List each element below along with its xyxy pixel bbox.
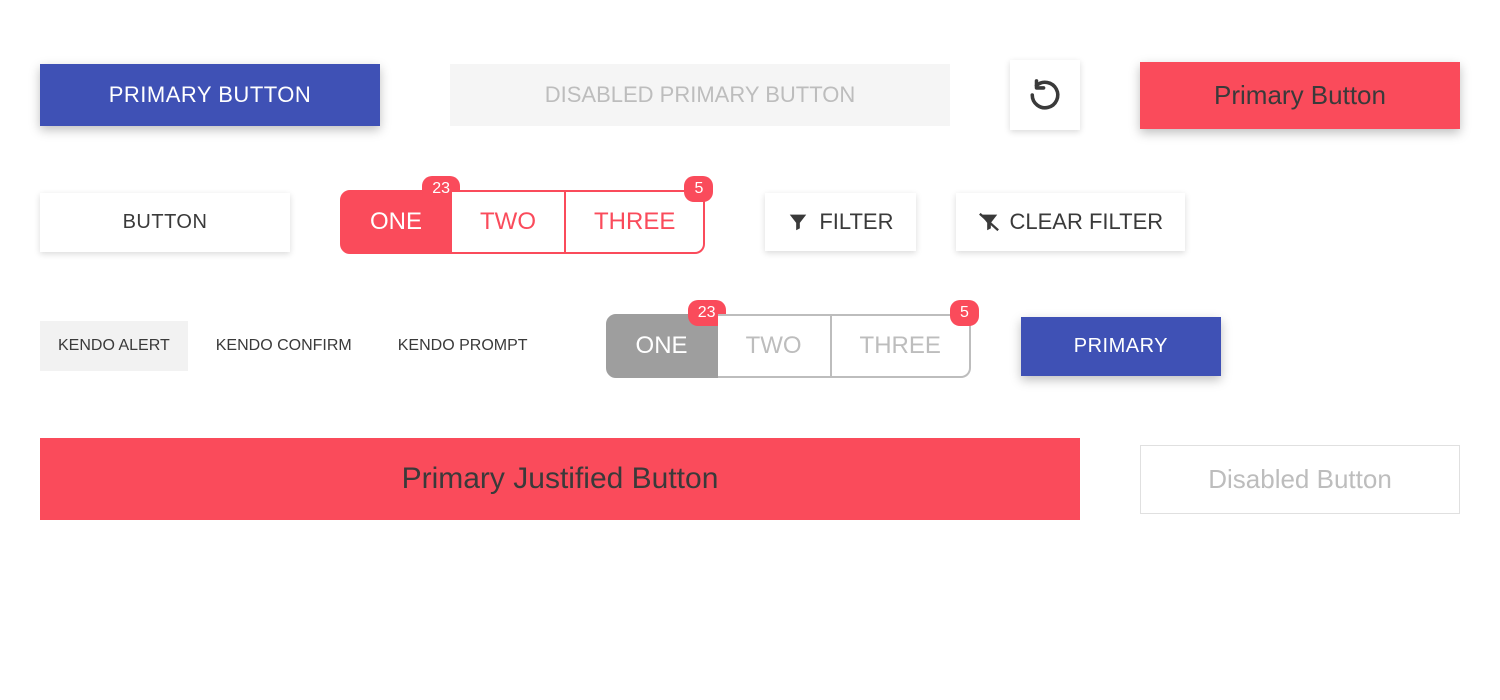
primary-justified-button[interactable]: Primary Justified Button bbox=[40, 438, 1080, 520]
kendo-alert-button[interactable]: KENDO ALERT bbox=[40, 321, 188, 371]
seg-three[interactable]: THREE 5 bbox=[566, 190, 705, 254]
label: KENDO ALERT bbox=[58, 337, 170, 354]
row-2: BUTTON ONE 23 TWO THREE 5 FILTER CLEAR F… bbox=[40, 190, 1460, 254]
label: CLEAR FILTER bbox=[1010, 209, 1164, 235]
row-1: PRIMARY BUTTON DISABLED PRIMARY BUTTON P… bbox=[40, 60, 1460, 130]
label: BUTTON bbox=[123, 211, 208, 234]
label: KENDO PROMPT bbox=[398, 337, 528, 354]
label: TWO bbox=[746, 332, 802, 359]
badge: 5 bbox=[684, 176, 713, 202]
filter-icon bbox=[787, 211, 809, 233]
primary-button-red[interactable]: Primary Button bbox=[1140, 62, 1460, 129]
seg-two[interactable]: TWO bbox=[718, 314, 832, 378]
seg-two[interactable]: TWO bbox=[452, 190, 566, 254]
seg-one[interactable]: ONE 23 bbox=[340, 190, 452, 254]
label: Disabled Button bbox=[1208, 464, 1392, 495]
seg-three[interactable]: THREE 5 bbox=[832, 314, 971, 378]
label: TWO bbox=[480, 208, 536, 235]
primary-button-blue[interactable]: PRIMARY BUTTON bbox=[40, 64, 380, 126]
label: KENDO CONFIRM bbox=[216, 337, 352, 354]
row-4: Primary Justified Button Disabled Button bbox=[40, 438, 1460, 520]
clear-filter-button[interactable]: CLEAR FILTER bbox=[956, 193, 1186, 251]
label: FILTER bbox=[819, 209, 893, 235]
plain-button[interactable]: BUTTON bbox=[40, 193, 290, 252]
kendo-prompt-button[interactable]: KENDO PROMPT bbox=[380, 321, 546, 371]
refresh-icon bbox=[1028, 78, 1062, 112]
label: Primary Button bbox=[1214, 80, 1386, 111]
seg-one[interactable]: ONE 23 bbox=[606, 314, 718, 378]
label: PRIMARY bbox=[1074, 335, 1168, 358]
label: DISABLED PRIMARY BUTTON bbox=[545, 82, 856, 108]
label: THREE bbox=[594, 208, 675, 235]
segmented-group-grey: ONE 23 TWO THREE 5 bbox=[606, 314, 971, 378]
clear-filter-icon bbox=[978, 211, 1000, 233]
disabled-primary-button: DISABLED PRIMARY BUTTON bbox=[450, 64, 950, 126]
primary-button-small[interactable]: PRIMARY bbox=[1021, 317, 1221, 376]
segmented-group-red: ONE 23 TWO THREE 5 bbox=[340, 190, 705, 254]
refresh-button[interactable] bbox=[1010, 60, 1080, 130]
label: ONE bbox=[636, 332, 688, 359]
label: THREE bbox=[860, 332, 941, 359]
label: Primary Justified Button bbox=[402, 462, 719, 495]
badge: 5 bbox=[950, 300, 979, 326]
label: PRIMARY BUTTON bbox=[109, 82, 312, 108]
label: ONE bbox=[370, 208, 422, 235]
kendo-confirm-button[interactable]: KENDO CONFIRM bbox=[198, 321, 370, 371]
disabled-button: Disabled Button bbox=[1140, 445, 1460, 514]
row-3: KENDO ALERT KENDO CONFIRM KENDO PROMPT O… bbox=[40, 314, 1460, 378]
filter-button[interactable]: FILTER bbox=[765, 193, 915, 251]
